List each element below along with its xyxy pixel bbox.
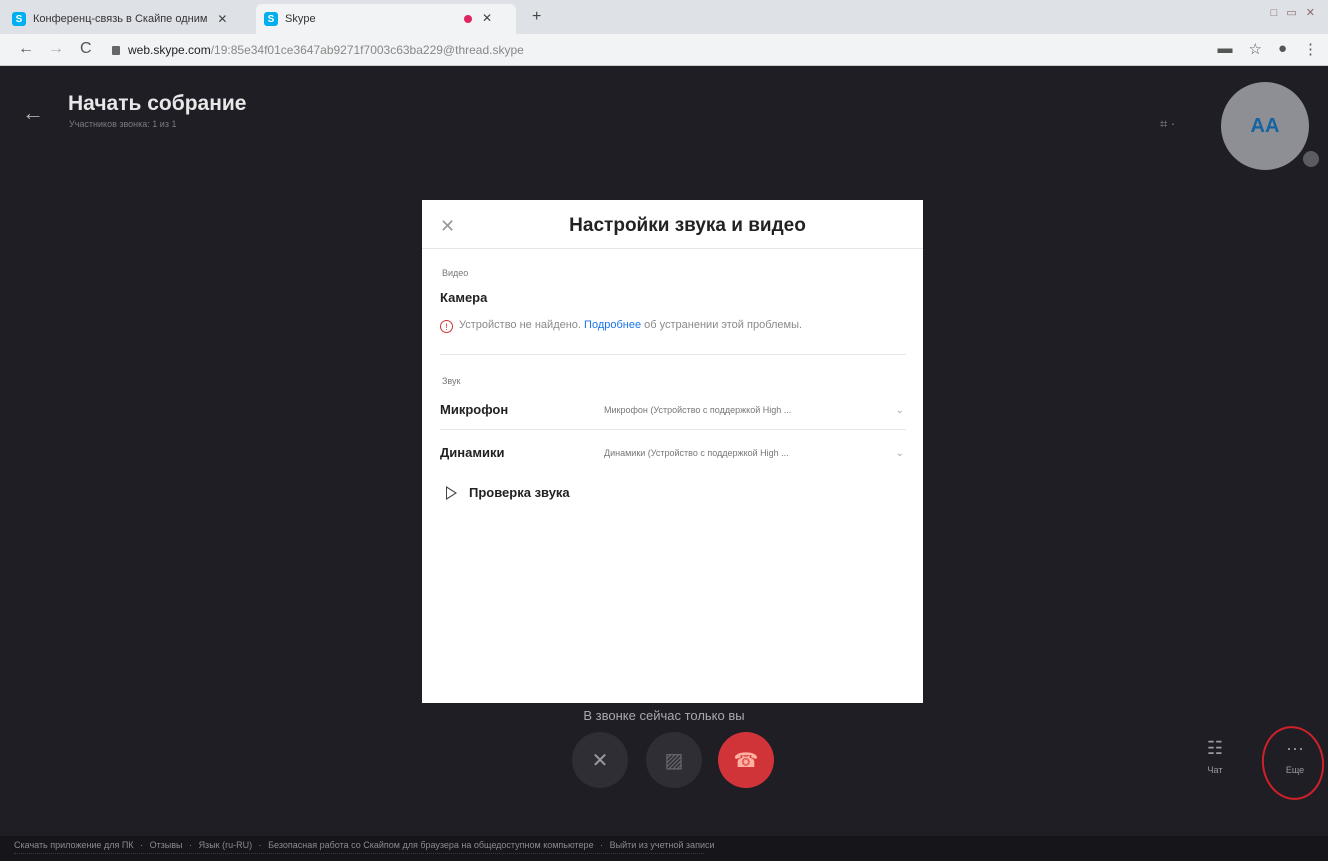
chat-label: Чат [1207,765,1223,775]
address-bar: ← → C web.skype.com /19:85e34f01ce3647ab… [0,34,1328,66]
participants-count: Участников звонка: 1 из 1 [69,119,177,129]
footer-link-security[interactable]: Безопасная работа со Скайпом для браузер… [268,840,593,850]
footer-link-language[interactable]: Язык (ru-RU) [199,840,253,850]
audio-section-label: Звук [442,376,461,386]
address-bar-actions: ▬ ☆ ● ⋮ [1217,40,1318,58]
warning-icon: ! [440,320,453,333]
back-arrow-icon[interactable]: ← [18,40,34,58]
menu-icon[interactable]: ⋮ [1303,40,1318,58]
skype-favicon-icon: S [264,12,278,26]
end-call-button[interactable]: ☎ [718,732,774,788]
url-field[interactable]: web.skype.com /19:85e34f01ce3647ab9271f7… [112,39,1182,61]
toggle-video-button[interactable]: ▨ [646,732,702,788]
window-controls[interactable]: □ ▭ ✕ [1271,6,1318,19]
footer-separator: · [600,840,604,850]
chevron-down-icon: ⌄ [895,405,904,416]
footer-separator: · [140,840,144,850]
avatar-status-icon [1300,148,1322,170]
audio-video-settings-dialog: ✕ Настройки звука и видео Видео Камера !… [422,200,923,703]
microphone-off-icon: ✕ [591,749,609,772]
learn-more-link[interactable]: Подробнее [584,319,641,331]
warning-text-prefix: Устройство не найдено. [459,319,581,331]
footer-separator: · [258,840,262,850]
bookmark-star-icon[interactable]: ☆ [1248,40,1261,58]
back-arrow-icon[interactable]: ← [22,100,44,126]
video-off-icon: ▨ [664,749,684,772]
call-status-text: В звонке сейчас только вы [583,708,745,723]
play-icon [446,485,457,500]
speakers-value: Динамики (Устройство с поддержкой High .… [604,448,789,458]
url-host: web.skype.com [128,43,211,57]
tab-label: Skype [285,13,316,25]
url-path: /19:85e34f01ce3647ab9271f7003c63ba229@th… [210,43,524,57]
microphone-value: Микрофон (Устройство с поддержкой High .… [604,405,792,415]
hang-up-icon: ☎ [733,749,759,772]
camera-label: Камера [440,290,488,305]
footer: Скачать приложение для ПК · Отзывы · Язы… [0,836,1328,861]
browser-tab-skype[interactable]: S Skype ✕ [256,4,516,34]
annotation-circle [1257,722,1328,804]
recording-dot-icon [464,15,472,23]
page-title: Начать собрание [68,92,247,115]
dialog-title: Настройки звука и видео [569,215,806,236]
new-tab-button[interactable]: + [532,8,541,26]
skype-favicon-icon: S [12,12,26,26]
chevron-down-icon: ⌄ [895,448,904,459]
test-audio-button[interactable]: Проверка звука [446,485,570,500]
browser-tab-bar: S Конференц-связь в Скайпе одним ✕ S Sky… [0,0,1328,34]
microphone-label: Микрофон [440,402,509,417]
forward-arrow-icon[interactable]: → [48,40,64,58]
mute-microphone-button[interactable]: ✕ [572,732,628,788]
camera-blocked-icon[interactable]: ▬ [1217,40,1232,58]
video-section-label: Видео [442,268,469,278]
footer-subline [14,853,704,856]
speakers-label: Динамики [440,445,505,460]
profile-icon[interactable]: ● [1278,40,1287,58]
footer-link-download[interactable]: Скачать приложение для ПК [14,840,134,850]
chat-icon: ☷ [1206,738,1224,758]
footer-links: Скачать приложение для ПК · Отзывы · Язы… [14,840,719,850]
grid-view-icon[interactable]: ⌗ · [1160,116,1175,132]
divider [422,248,923,249]
tab-label: Конференц-связь в Скайпе одним [33,13,208,25]
footer-link-signout[interactable]: Выйти из учетной записи [610,840,715,850]
close-tab-icon[interactable]: ✕ [217,12,227,26]
warning-text-suffix: об устранении этой проблемы. [644,319,803,331]
divider [440,429,906,430]
browser-tab-conference[interactable]: S Конференц-связь в Скайпе одним ✕ [4,4,254,34]
camera-warning: ! Устройство не найдено. Подробнее об уст… [440,318,910,333]
test-audio-label: Проверка звука [469,485,570,500]
reload-icon[interactable]: C [80,40,92,58]
footer-separator: · [189,840,193,850]
divider [440,354,906,355]
speakers-select[interactable]: Динамики (Устройство с поддержкой High .… [604,448,904,459]
avatar: AA [1221,82,1309,170]
close-tab-icon[interactable]: ✕ [482,11,492,25]
lock-icon [112,45,120,55]
chat-button[interactable]: ☷ Чат [1190,738,1240,775]
footer-link-feedback[interactable]: Отзывы [150,840,183,850]
microphone-select[interactable]: Микрофон (Устройство с поддержкой High .… [604,405,904,416]
